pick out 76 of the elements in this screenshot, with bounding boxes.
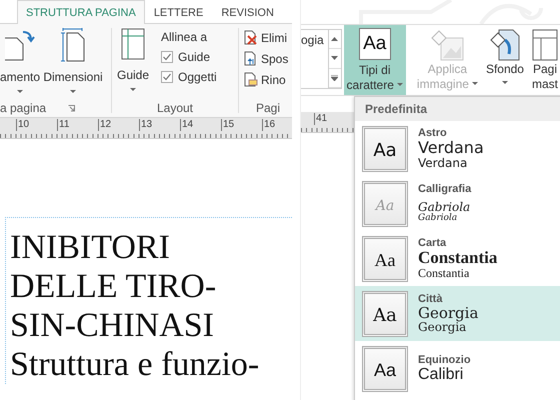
ribbon-button[interactable]: Aa Tipi di carattere (344, 25, 406, 95)
font-preview-tile: Aa (362, 290, 408, 336)
document-subtitle: Struttura e funzio- (10, 345, 260, 384)
document-title-line: SIN-CHINASI (10, 306, 215, 345)
font-scheme-item[interactable]: Aa Equinozio Calibri (355, 341, 560, 396)
caret-icon (502, 81, 508, 84)
page-rename-icon (244, 72, 258, 87)
ribbon-button[interactable]: amento (0, 24, 42, 99)
font-icon: Aa (358, 28, 391, 60)
checkbox[interactable] (161, 51, 173, 63)
font-preview-tile: Aa (362, 180, 408, 226)
ribbon-button[interactable]: Dimensioni (42, 24, 104, 99)
align-label: Allinea a (161, 30, 208, 44)
body-font-name: Verdana (418, 156, 468, 170)
caret-icon (472, 82, 478, 86)
page-delete-icon (244, 30, 258, 45)
ruler-number: 41 (314, 113, 328, 125)
document-title-line: DELLE TIRO- (10, 267, 218, 306)
font-scheme-item[interactable]: Aa Calligrafia Gabriola Gabriola (355, 176, 560, 231)
font-preview-tile: Aa (362, 236, 408, 282)
page-size-icon (60, 28, 86, 62)
ruler-number: 16 (262, 119, 276, 131)
caret-icon (17, 90, 23, 93)
checkbox[interactable] (161, 71, 173, 83)
ribbon-button[interactable]: Sfondo (482, 25, 527, 95)
scheme-name: Carta (418, 236, 448, 249)
heading-font-name: Calibri (418, 366, 464, 384)
body-font-name: Constantia (418, 267, 470, 280)
dialog-launcher-icon[interactable] (68, 104, 76, 112)
gallery-item[interactable]: ogia (301, 30, 328, 88)
scheme-name: Città (418, 292, 444, 305)
caret-icon (130, 88, 136, 91)
heading-font-name: Gabriola (418, 201, 472, 214)
font-preview-tile: Aa (362, 346, 408, 392)
paint-bucket-page-icon (488, 28, 521, 62)
document-title-line: INIBITORI (10, 228, 171, 267)
font-scheme-item[interactable]: Aa Carta Constantia Constantia (355, 231, 560, 286)
heading-font-name: Georgia (418, 304, 478, 322)
ruler-number: 10 (16, 119, 30, 131)
page-rotate-icon (5, 28, 35, 62)
page-move-icon (244, 51, 258, 66)
group-label: a pagina (0, 101, 46, 115)
font-scheme-item[interactable]: Aa Astro Verdana Verdana (355, 121, 560, 176)
caret-icon (396, 83, 403, 86)
caret-icon (70, 90, 76, 93)
ribbon-button[interactable]: Pagi mast (528, 25, 560, 95)
scheme-name: Calligrafia (418, 182, 472, 195)
style-gallery[interactable]: ogia (301, 29, 342, 89)
guides-icon (121, 28, 145, 60)
ribbon-tab[interactable]: STRUTTURA PAGINA (17, 0, 145, 24)
group-label: Pagi (256, 101, 280, 115)
ruler-number: 15 (221, 119, 234, 131)
ruler-number: 14 (180, 119, 194, 131)
ribbon-button[interactable]: Guide (113, 24, 153, 99)
checkbox-option[interactable]: Oggetti (161, 70, 217, 84)
ribbon-button[interactable]: Spos (244, 51, 292, 66)
text-box[interactable]: INIBITORI DELLE TIRO- SIN-CHINASI Struttura e funzio- (5, 217, 292, 384)
group-label: Layout (156, 101, 194, 115)
paint-bucket-image-icon (429, 28, 466, 62)
ribbon-button[interactable]: Elimi (244, 30, 292, 45)
scheme-name: Equinozio (418, 354, 471, 366)
font-preview-tile: Aa (362, 126, 408, 172)
ruler-number: 12 (98, 119, 112, 131)
font-scheme-item[interactable]: Aa Città Georgia Georgia (355, 286, 560, 341)
ruler-number: 11 (57, 119, 70, 131)
ruler-number: 13 (139, 119, 152, 131)
ribbon-tab[interactable]: LETTERE (144, 0, 212, 24)
body-font-name: Gabriola (418, 214, 458, 224)
menu-section-header: Predefinita (355, 97, 560, 121)
body-font-name: Georgia (418, 321, 466, 334)
heading-font-name: Constantia (418, 248, 498, 268)
heading-font-name: Verdana (418, 139, 484, 157)
ribbon-button[interactable]: Rino (244, 72, 292, 87)
ribbon-tab[interactable]: REVISION (212, 0, 283, 24)
scheme-name: Astro (418, 127, 448, 140)
checkbox-option[interactable]: Guide (161, 50, 217, 64)
